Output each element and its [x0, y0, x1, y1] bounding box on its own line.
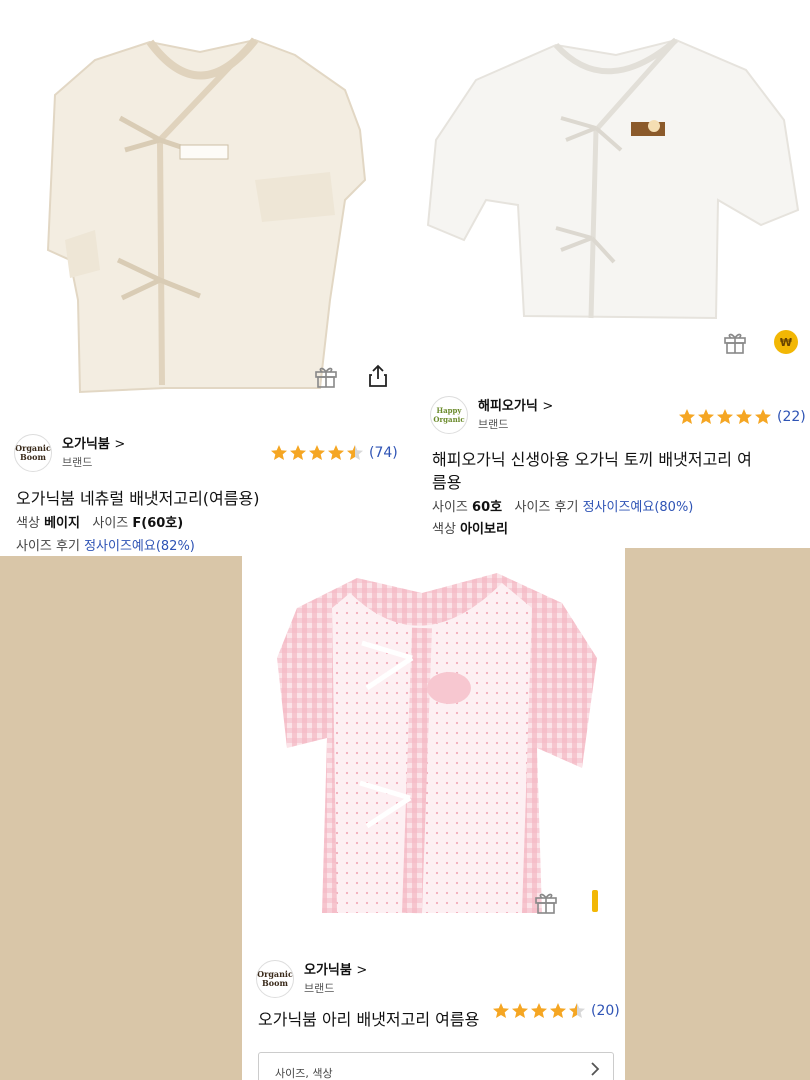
color-value: 아이보리	[460, 522, 508, 537]
chevron-right-icon: >	[542, 398, 554, 414]
color-label: 색상	[16, 516, 40, 531]
gift-icon[interactable]	[532, 888, 560, 916]
size-review-row: 사이즈 후기 정사이즈예요(82%)	[16, 538, 195, 556]
share-icon[interactable]	[364, 362, 392, 390]
rating[interactable]: (20)	[492, 1002, 620, 1020]
star-icon	[698, 409, 714, 424]
product-card-3[interactable]: Organic Boom 오가닉붐 > 브랜드 (20) 오가닉붐 아리 배냇저…	[242, 548, 625, 1080]
size-value: F(60호)	[132, 516, 184, 531]
size-label: 사이즈	[92, 516, 129, 531]
star-icon	[290, 445, 306, 460]
size-value: 60호	[472, 500, 503, 515]
rating[interactable]: (22)	[678, 408, 806, 426]
option-row: 색상 베이지 사이즈 F(60호)	[16, 515, 183, 533]
star-icon	[736, 409, 752, 424]
size-review-label: 사이즈 후기	[16, 539, 80, 554]
brand-logo: Organic Boom	[14, 434, 52, 472]
brand-label: 브랜드	[304, 981, 335, 995]
brand-name[interactable]: 해피오가닉 >	[478, 399, 553, 415]
gift-icon[interactable]	[312, 362, 340, 390]
option-select-label: 사이즈, 색상	[275, 1067, 333, 1080]
star-icon	[569, 1003, 585, 1018]
star-icon	[755, 409, 771, 424]
brand-name[interactable]: 오가닉붐 >	[304, 963, 367, 979]
product-title[interactable]: 오가닉붐 아리 배냇저고리 여름용	[258, 1008, 479, 1031]
option-row: 사이즈 60호 사이즈 후기 정사이즈예요(80%)	[432, 499, 693, 517]
review-count[interactable]: (20)	[591, 1003, 620, 1019]
size-review-label: 사이즈 후기	[514, 500, 579, 515]
rating[interactable]: (74)	[270, 444, 398, 462]
star-icon	[493, 1003, 509, 1018]
brand-name[interactable]: 오가닉붐 >	[62, 437, 125, 453]
size-review-value: 정사이즈예요(80%)	[582, 500, 694, 515]
star-rating-icons	[270, 444, 365, 462]
product-title[interactable]: 오가닉붐 네츄럴 배냇저고리(여름용)	[16, 487, 259, 510]
color-value: 베이지	[44, 516, 80, 531]
product-title-line-2: 름용	[432, 473, 462, 492]
star-icon	[512, 1003, 528, 1018]
star-icon	[347, 445, 363, 460]
won-coin-icon[interactable]: ₩	[774, 330, 798, 354]
brand-label: 브랜드	[478, 417, 509, 431]
chevron-right-icon	[589, 1061, 601, 1080]
brand-row[interactable]: Happy Organic 해피오가닉 > 브랜드	[430, 396, 553, 434]
product-image-beige-jacket[interactable]	[0, 0, 416, 400]
product-title-line-1: 해피오가닉 신생아용 오가닉 토끼 배냇저고리 여	[432, 450, 752, 469]
review-count[interactable]: (74)	[369, 445, 398, 461]
product-title[interactable]: 해피오가닉 신생아용 오가닉 토끼 배냇저고리 여 름용	[432, 448, 752, 494]
chevron-right-icon: >	[356, 962, 368, 978]
product-card-2[interactable]: ₩ Happy Organic 해피오가닉 > 브랜드 (22) 해피오가닉 신…	[416, 0, 810, 548]
star-icon	[717, 409, 733, 424]
brand-logo: Organic Boom	[256, 960, 294, 998]
star-icon	[271, 445, 287, 460]
size-review-value: 정사이즈예요(82%)	[84, 539, 195, 554]
product-image-white-rabbit-jacket[interactable]	[416, 0, 810, 330]
color-label: 색상	[432, 522, 456, 537]
size-label: 사이즈	[432, 500, 468, 515]
star-icon	[531, 1003, 547, 1018]
color-row: 색상 아이보리	[432, 521, 508, 539]
option-select[interactable]: 사이즈, 색상	[258, 1052, 614, 1080]
product-card-1[interactable]: Organic Boom 오가닉붐 > 브랜드 (74) 오가닉붐 네츄럴 배냇…	[0, 0, 417, 556]
brand-label: 브랜드	[62, 455, 93, 469]
gift-icon[interactable]	[721, 328, 749, 356]
chevron-right-icon: >	[114, 436, 126, 452]
brand-row[interactable]: Organic Boom 오가닉붐 > 브랜드	[14, 434, 125, 472]
brand-row[interactable]: Organic Boom 오가닉붐 > 브랜드	[256, 960, 367, 998]
star-icon	[550, 1003, 566, 1018]
review-count[interactable]: (22)	[777, 409, 806, 425]
star-rating-icons	[492, 1002, 587, 1020]
won-coin-icon[interactable]	[592, 890, 598, 912]
star-icon	[328, 445, 344, 460]
star-rating-icons	[678, 408, 773, 426]
star-icon	[679, 409, 695, 424]
brand-logo: Happy Organic	[430, 396, 468, 434]
star-icon	[309, 445, 325, 460]
product-image-pink-gingham-jacket[interactable]	[242, 548, 625, 938]
